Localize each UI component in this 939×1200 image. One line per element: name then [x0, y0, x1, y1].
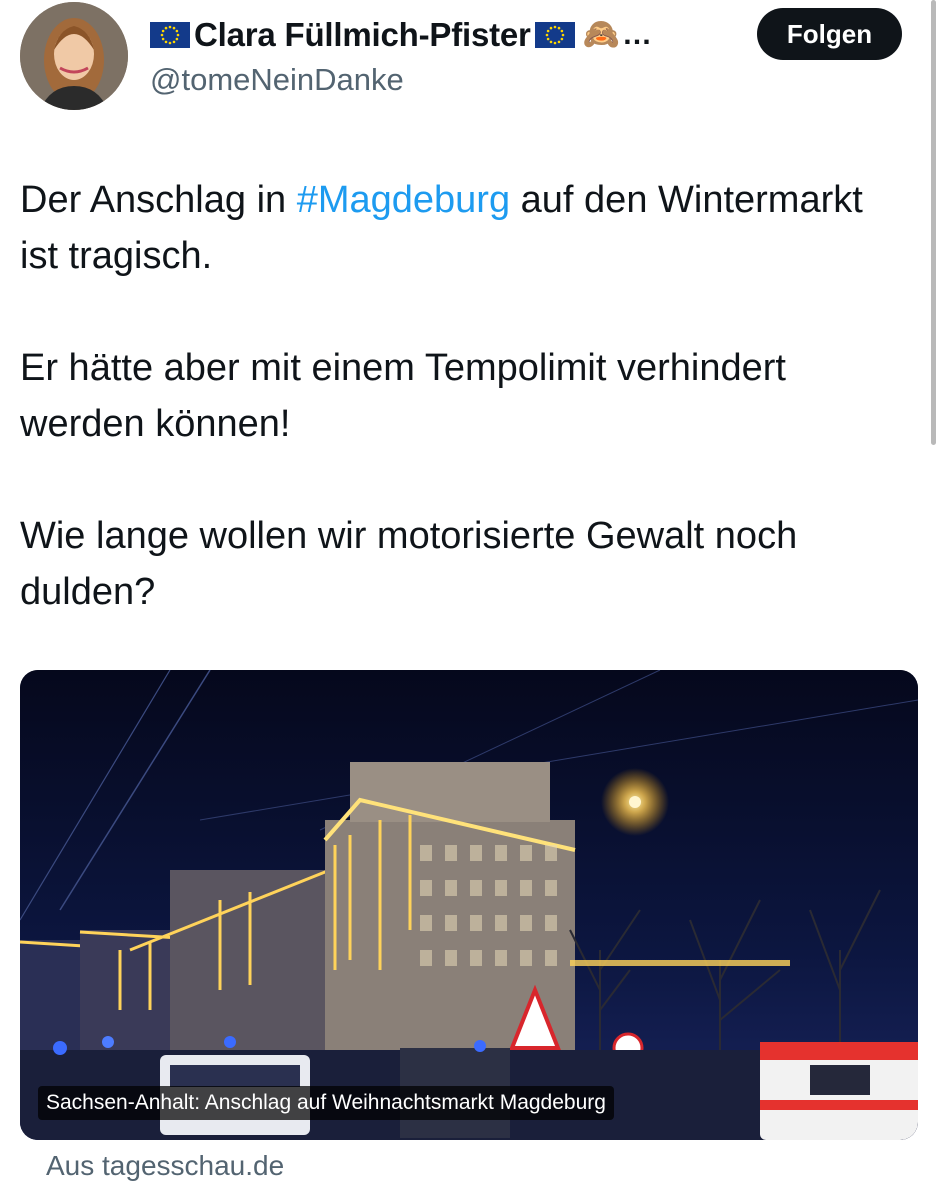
- tweet-paragraph: Er hätte aber mit einem Tempolimit verhi…: [20, 347, 786, 445]
- follow-button[interactable]: Folgen: [757, 8, 902, 60]
- link-card-image[interactable]: Sachsen-Anhalt: Anschlag auf Weihnachtsm…: [20, 670, 918, 1140]
- see-no-evil-monkey-icon: 🙈: [582, 17, 621, 52]
- name-truncation: …: [622, 18, 653, 51]
- eu-flag-icon: [150, 22, 190, 48]
- link-card-source[interactable]: Aus tagesschau.de: [46, 1150, 284, 1182]
- hashtag-link[interactable]: #Magdeburg: [297, 179, 510, 221]
- tweet-paragraph: Wie lange wollen wir motorisierte Gewalt…: [20, 515, 798, 613]
- display-name[interactable]: Clara Füllmich-Pfister: [194, 16, 531, 54]
- eu-flag-icon: [534, 22, 575, 48]
- scrollbar[interactable]: [931, 0, 936, 445]
- tweet-header: Clara Füllmich-Pfister 🙈 … @tomeNeinDank…: [0, 0, 939, 130]
- tweet-text: Der Anschlag in #Magdeburg auf den Winte…: [20, 172, 910, 620]
- tweet-paragraph: Der Anschlag in #Magdeburg auf den Winte…: [20, 172, 910, 284]
- tweet-text-segment: Der Anschlag in: [20, 179, 297, 221]
- author-handle[interactable]: @tomeNeinDanke: [150, 62, 404, 98]
- author-name-row[interactable]: Clara Füllmich-Pfister 🙈 …: [150, 12, 652, 58]
- avatar[interactable]: [20, 2, 128, 110]
- night-scene-image: [20, 670, 918, 1140]
- link-card-caption: Sachsen-Anhalt: Anschlag auf Weihnachtsm…: [38, 1086, 614, 1120]
